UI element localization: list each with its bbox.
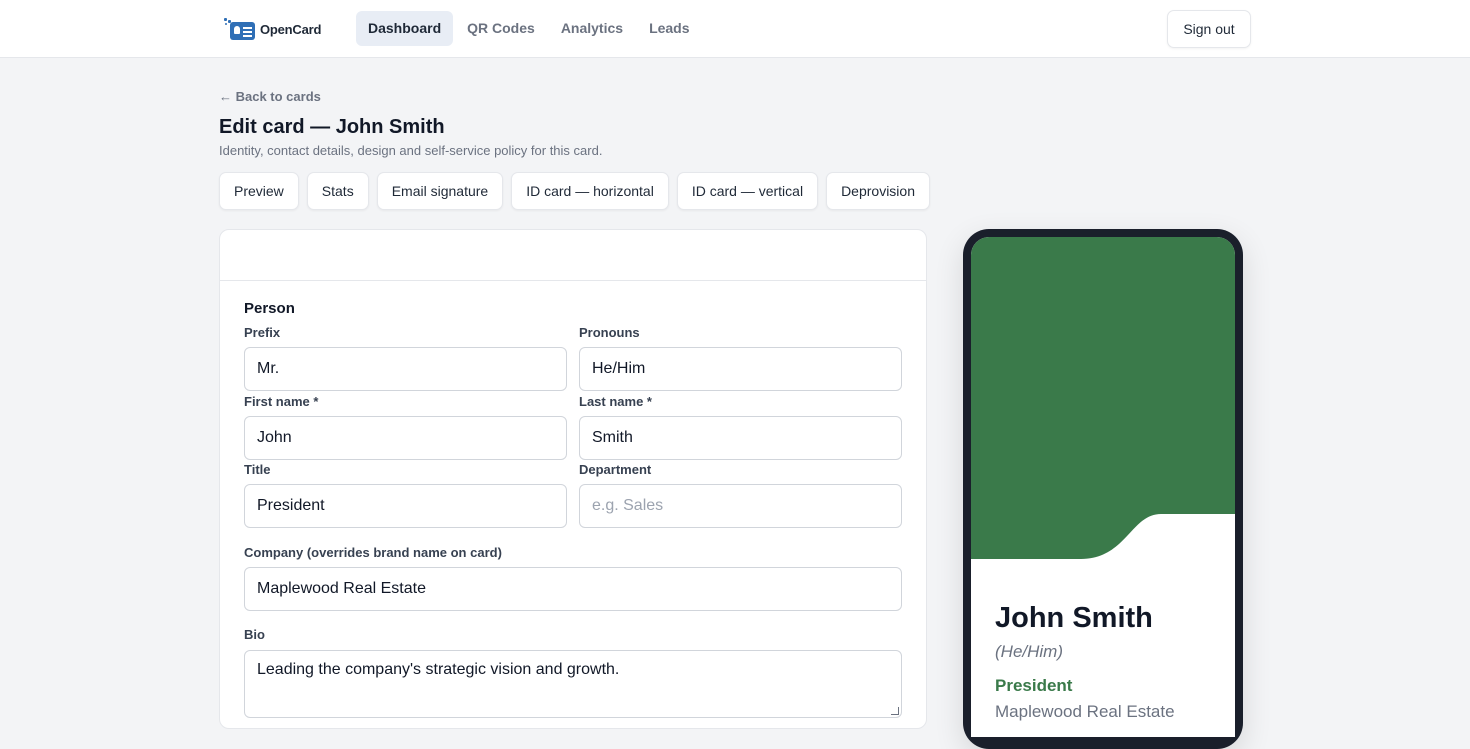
page-title: Edit card — John Smith — [219, 116, 445, 138]
main-nav: Dashboard QR Codes Analytics Leads — [356, 11, 702, 46]
tab-deprovision[interactable]: Deprovision — [826, 172, 930, 210]
person-section-title: Person — [244, 300, 295, 317]
preview-pronouns: (He/Him) — [995, 642, 1063, 661]
tab-id-card-vertical[interactable]: ID card — vertical — [676, 172, 819, 210]
prefix-label: Prefix — [244, 325, 281, 340]
title-input[interactable]: President — [244, 484, 567, 528]
last-name-label: Last name * — [579, 394, 652, 409]
tab-stats[interactable]: Stats — [306, 172, 369, 210]
bio-text: Leading the company's strategic vision a… — [257, 661, 620, 678]
card-preview-screen: John Smith (He/Him) President Maplewood … — [971, 237, 1235, 737]
opencard-logo[interactable]: OpenCard — [224, 17, 321, 41]
card-tabs: Preview Stats Email signature ID card — … — [219, 172, 930, 210]
back-to-cards-link[interactable]: ← Back to cards — [219, 89, 321, 104]
edit-card-form-panel: Person Prefix Mr. Pronouns He/Him First … — [219, 229, 927, 729]
top-navigation-bar: OpenCard Dashboard QR Codes Analytics Le… — [0, 0, 1470, 58]
preview-company: Maplewood Real Estate — [995, 702, 1175, 721]
preview-name: John Smith — [995, 602, 1153, 634]
company-label: Company (overrides brand name on card) — [244, 545, 502, 560]
tab-id-card-horizontal[interactable]: ID card — horizontal — [511, 172, 669, 210]
preview-title: President — [995, 676, 1073, 695]
nav-qr-codes[interactable]: QR Codes — [455, 11, 547, 46]
pronouns-input[interactable]: He/Him — [579, 347, 902, 391]
last-name-input[interactable]: Smith — [579, 416, 902, 460]
pronouns-label: Pronouns — [579, 325, 640, 340]
company-input[interactable]: Maplewood Real Estate — [244, 567, 902, 611]
card-header-background — [971, 237, 1235, 559]
first-name-label: First name * — [244, 394, 319, 409]
tab-preview[interactable]: Preview — [219, 172, 299, 210]
page-subtitle: Identity, contact details, design and se… — [219, 143, 603, 158]
nav-dashboard[interactable]: Dashboard — [356, 11, 454, 46]
tab-email-signature[interactable]: Email signature — [376, 172, 504, 210]
bio-textarea[interactable]: Leading the company's strategic vision a… — [244, 650, 902, 718]
brand-name: OpenCard — [260, 21, 322, 37]
resize-handle-icon[interactable] — [891, 707, 899, 715]
id-card-logo-icon — [224, 18, 255, 40]
department-input[interactable]: e.g. Sales — [579, 484, 902, 528]
prefix-input[interactable]: Mr. — [244, 347, 567, 391]
nav-leads[interactable]: Leads — [637, 11, 701, 46]
department-label: Department — [579, 462, 652, 477]
title-label: Title — [244, 462, 271, 477]
bio-label: Bio — [244, 627, 265, 642]
first-name-input[interactable]: John — [244, 416, 567, 460]
sign-out-button[interactable]: Sign out — [1167, 10, 1251, 48]
panel-header — [220, 230, 926, 281]
phone-preview-frame: John Smith (He/Him) President Maplewood … — [963, 229, 1243, 749]
nav-analytics[interactable]: Analytics — [549, 11, 635, 46]
